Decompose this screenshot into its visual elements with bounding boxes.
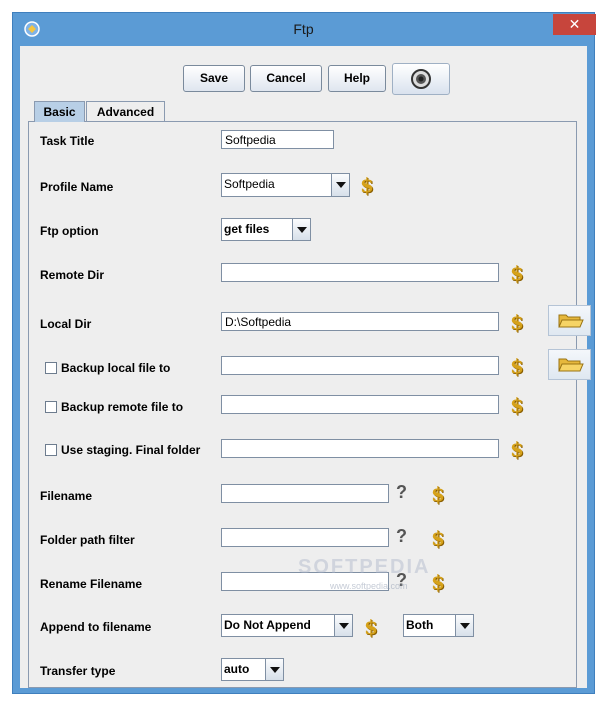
remote-dir-label: Remote Dir (40, 268, 105, 282)
ftp-option-label: Ftp option (40, 224, 99, 238)
profile-name-label: Profile Name (40, 180, 114, 194)
backup-local-input[interactable] (225, 357, 495, 374)
dollar-icon[interactable]: $ (510, 310, 524, 334)
dollar-icon[interactable]: $ (431, 482, 445, 506)
ftp-window: Ftp ✕ Save Cancel Help Basic Advanced Ta… (12, 12, 596, 694)
task-title-field[interactable] (221, 130, 334, 149)
close-button[interactable]: ✕ (553, 14, 596, 35)
filename-field[interactable] (221, 484, 389, 503)
filename-label: Filename (40, 489, 93, 503)
profile-name-select[interactable]: Softpedia (221, 173, 350, 197)
client-area: Save Cancel Help Basic Advanced Task Tit… (20, 46, 591, 688)
help-question-icon[interactable]: ? (396, 482, 407, 503)
dollar-icon[interactable]: $ (510, 261, 524, 285)
profile-name-value: Softpedia (224, 177, 275, 191)
ftp-option-value: get files (224, 222, 270, 236)
chevron-down-icon[interactable] (331, 174, 349, 196)
help-button[interactable]: Help (328, 65, 386, 92)
folder-path-filter-input[interactable] (225, 529, 385, 546)
folder-icon (558, 314, 584, 328)
chevron-down-icon[interactable] (455, 615, 473, 636)
record-icon (411, 69, 431, 89)
tab-basic[interactable]: Basic (34, 101, 85, 122)
chevron-down-icon[interactable] (334, 615, 352, 636)
append-to-filename-value: Do Not Append (224, 618, 311, 632)
local-dir-label: Local Dir (40, 317, 92, 331)
backup-remote-field[interactable] (221, 395, 499, 414)
dollar-icon[interactable]: $ (364, 615, 378, 639)
backup-remote-label: Backup remote file to (61, 400, 184, 414)
tab-advanced[interactable]: Advanced (86, 101, 165, 122)
filename-input[interactable] (225, 485, 385, 502)
folder-path-filter-label: Folder path filter (40, 533, 135, 547)
backup-remote-checkbox[interactable] (45, 401, 57, 413)
transfer-type-value: auto (224, 662, 250, 676)
rename-filename-label: Rename Filename (40, 577, 143, 591)
title-bar[interactable]: Ftp ✕ (13, 13, 596, 45)
append-position-select[interactable]: Both (403, 614, 474, 637)
append-to-filename-select[interactable]: Do Not Append (221, 614, 353, 637)
remote-dir-field[interactable] (221, 263, 499, 282)
dollar-icon[interactable]: $ (431, 526, 445, 550)
use-staging-field[interactable] (221, 439, 499, 458)
use-staging-label: Use staging. Final folder (61, 443, 201, 457)
cancel-button[interactable]: Cancel (250, 65, 322, 92)
browse-folder-button[interactable] (548, 305, 591, 336)
ftp-option-select[interactable]: get files (221, 218, 311, 241)
backup-local-label: Backup local file to (61, 361, 171, 375)
transfer-type-select[interactable]: auto (221, 658, 284, 681)
record-button[interactable] (392, 63, 450, 95)
basic-panel: Task Title Profile Name Softpedia $ Ftp … (28, 121, 591, 688)
local-dir-input[interactable] (225, 313, 495, 330)
backup-local-field[interactable] (221, 356, 499, 375)
folder-icon (558, 358, 584, 372)
watermark-url: www.softpedia.com (330, 581, 408, 591)
remote-dir-input[interactable] (225, 264, 495, 281)
chevron-down-icon[interactable] (292, 219, 310, 240)
backup-local-checkbox[interactable] (45, 362, 57, 374)
watermark: SOFTPEDIA (298, 556, 431, 578)
dollar-icon[interactable]: $ (510, 393, 524, 417)
chevron-down-icon[interactable] (265, 659, 283, 680)
dollar-icon[interactable]: $ (431, 570, 445, 594)
dollar-icon[interactable]: $ (360, 173, 374, 197)
use-staging-input[interactable] (225, 440, 495, 457)
folder-path-filter-field[interactable] (221, 528, 389, 547)
backup-remote-input[interactable] (225, 396, 495, 413)
task-title-label: Task Title (40, 134, 95, 148)
append-position-value: Both (406, 618, 434, 632)
use-staging-checkbox[interactable] (45, 444, 57, 456)
task-title-input[interactable] (225, 131, 330, 148)
dollar-icon[interactable]: $ (510, 437, 524, 461)
local-dir-field[interactable] (221, 312, 499, 331)
dollar-icon[interactable]: $ (510, 354, 524, 378)
window-title: Ftp (293, 21, 314, 37)
save-button[interactable]: Save (183, 65, 245, 92)
transfer-type-label: Transfer type (40, 664, 116, 678)
append-to-filename-label: Append to filename (40, 620, 152, 634)
help-question-icon[interactable]: ? (396, 526, 407, 547)
browse-folder-button[interactable] (548, 349, 591, 380)
